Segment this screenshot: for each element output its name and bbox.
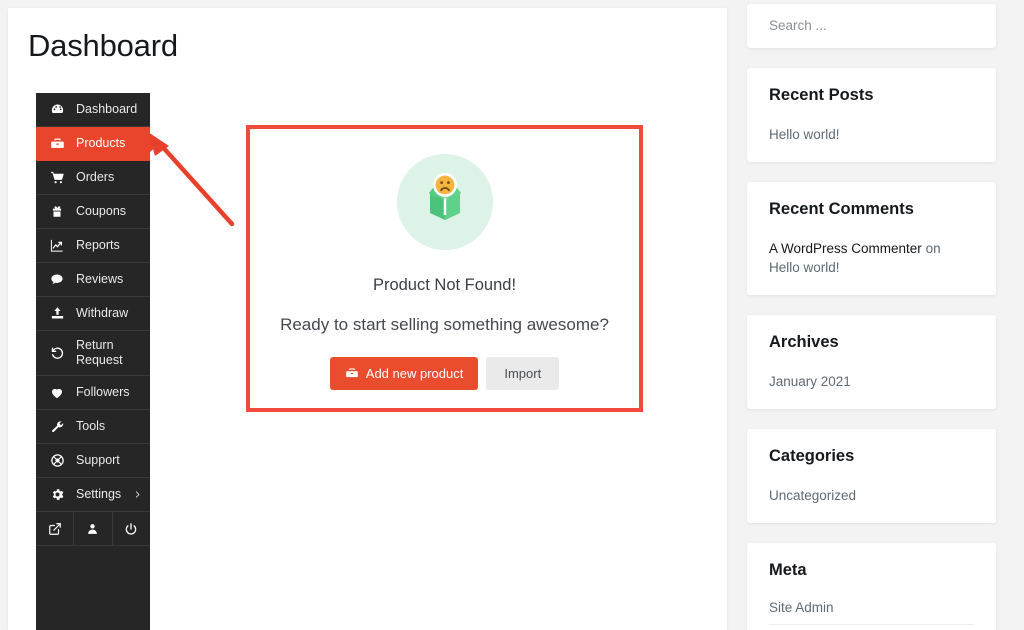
add-new-product-label: Add new product bbox=[365, 365, 464, 381]
sidebar-item-dashboard[interactable]: Dashboard bbox=[36, 93, 150, 127]
search-input[interactable] bbox=[769, 18, 974, 33]
comment-author: A WordPress Commenter bbox=[769, 241, 922, 256]
sidebar-item-label: Products bbox=[76, 136, 126, 150]
heart-icon bbox=[46, 385, 68, 400]
site-admin-link[interactable]: Site Admin bbox=[769, 600, 974, 624]
sidebar-item-label: Support bbox=[76, 453, 120, 467]
power-icon[interactable] bbox=[113, 512, 150, 545]
category-link[interactable]: Uncategorized bbox=[769, 486, 974, 505]
comment-on-label: on bbox=[925, 241, 941, 256]
sidebar-bottom-icon-row bbox=[36, 512, 150, 546]
vendor-sidebar: Dashboard Products Orders Coupons Report… bbox=[36, 93, 150, 630]
product-empty-state-annotation-box: Product Not Found! Ready to start sellin… bbox=[246, 125, 643, 412]
widget-title: Categories bbox=[769, 447, 855, 465]
product-empty-state: Product Not Found! Ready to start sellin… bbox=[250, 129, 639, 408]
sidebar-item-settings[interactable]: Settings bbox=[36, 478, 150, 512]
chevron-right-icon bbox=[133, 489, 142, 500]
screen: Dashboard Dashboard Products Orders Coup… bbox=[0, 0, 1024, 630]
sidebar-item-label: Coupons bbox=[76, 204, 127, 218]
comment-item: A WordPress Commenter on Hello world! bbox=[769, 239, 974, 277]
wrench-icon bbox=[46, 419, 68, 434]
sidebar-item-label: Orders bbox=[76, 170, 115, 184]
import-button[interactable]: Import bbox=[486, 356, 560, 390]
toolbox-icon bbox=[345, 366, 359, 380]
recent-post-link[interactable]: Hello world! bbox=[769, 125, 974, 144]
sidebar-item-label: Return Request bbox=[76, 338, 123, 367]
cart-icon bbox=[46, 170, 68, 185]
chart-line-icon bbox=[46, 238, 68, 253]
sidebar-item-return-request[interactable]: Return Request bbox=[36, 331, 150, 376]
sidebar-item-reviews[interactable]: Reviews bbox=[36, 263, 150, 297]
sidebar-item-label: Reports bbox=[76, 238, 120, 252]
empty-state-title: Product Not Found! bbox=[372, 275, 517, 294]
lifebuoy-icon bbox=[46, 453, 68, 468]
widget-column: Recent Posts Hello world! Recent Comment… bbox=[747, 0, 996, 630]
sidebar-item-label: Withdraw bbox=[76, 306, 129, 320]
sidebar-item-products[interactable]: Products bbox=[36, 127, 150, 161]
comment-icon bbox=[46, 272, 68, 287]
recent-comments-widget: Recent Comments A WordPress Commenter on… bbox=[747, 182, 996, 295]
gear-icon bbox=[46, 487, 68, 502]
meta-widget: Meta Site Admin Log out bbox=[747, 543, 996, 630]
sidebar-item-coupons[interactable]: Coupons bbox=[36, 195, 150, 229]
sad-face-open-box-icon bbox=[396, 153, 493, 250]
sidebar-item-label: Followers bbox=[76, 385, 130, 399]
add-new-product-button[interactable]: Add new product bbox=[329, 356, 479, 390]
undo-icon bbox=[46, 346, 68, 361]
sidebar-item-reports[interactable]: Reports bbox=[36, 229, 150, 263]
sidebar-item-label: Dashboard bbox=[76, 102, 138, 116]
comment-post-link[interactable]: Hello world! bbox=[769, 260, 840, 275]
sidebar-item-label: Tools bbox=[76, 419, 106, 433]
sidebar-item-tools[interactable]: Tools bbox=[36, 410, 150, 444]
meta-link-list: Site Admin Log out bbox=[769, 600, 974, 630]
log-out-link[interactable]: Log out bbox=[769, 624, 974, 630]
sidebar-item-support[interactable]: Support bbox=[36, 444, 150, 478]
empty-state-subtitle: Ready to start selling something awesome… bbox=[280, 314, 609, 334]
page-title: Dashboard bbox=[28, 28, 178, 63]
widget-title: Meta bbox=[769, 561, 807, 579]
categories-widget: Categories Uncategorized bbox=[747, 429, 996, 523]
empty-state-actions: Add new product Import bbox=[329, 356, 560, 390]
sidebar-item-label: Reviews bbox=[76, 272, 124, 286]
widget-title: Recent Posts bbox=[769, 86, 874, 104]
recent-posts-widget: Recent Posts Hello world! bbox=[747, 68, 996, 162]
archives-widget: Archives January 2021 bbox=[747, 315, 996, 409]
user-icon[interactable] bbox=[74, 512, 113, 545]
sidebar-item-orders[interactable]: Orders bbox=[36, 161, 150, 195]
upload-icon bbox=[46, 306, 68, 321]
search-widget bbox=[747, 4, 996, 48]
toolbox-icon bbox=[46, 136, 68, 151]
content-panel: Dashboard Dashboard Products Orders Coup… bbox=[8, 8, 727, 630]
external-link-icon[interactable] bbox=[36, 512, 75, 545]
sidebar-item-withdraw[interactable]: Withdraw bbox=[36, 297, 150, 331]
gauge-icon bbox=[46, 102, 68, 117]
widget-title: Archives bbox=[769, 333, 839, 351]
gift-icon bbox=[46, 204, 68, 219]
archive-link[interactable]: January 2021 bbox=[769, 372, 974, 391]
sidebar-item-followers[interactable]: Followers bbox=[36, 376, 150, 410]
sidebar-item-label: Settings bbox=[76, 487, 122, 501]
widget-title: Recent Comments bbox=[769, 200, 914, 218]
